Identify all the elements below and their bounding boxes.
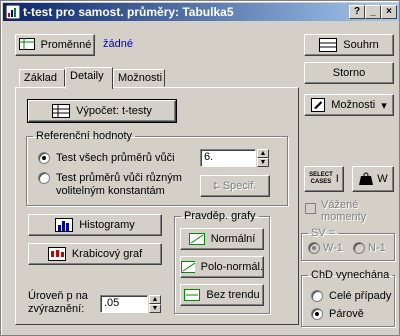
histogram-icon: [55, 218, 74, 232]
histograms-button[interactable]: Histogramy: [28, 214, 162, 236]
sv-w1-radio[interactable]: [308, 242, 320, 254]
p-spin-down-icon[interactable]: ▼: [149, 304, 161, 313]
sv-n1-radio[interactable]: [353, 242, 365, 254]
half-normal-plot-button[interactable]: Polo-normál.: [180, 256, 264, 278]
normal-plot-button[interactable]: Normální: [180, 228, 264, 250]
half-normal-plot-label: Polo-normál.: [200, 261, 263, 273]
test-all-means-radio[interactable]: [38, 152, 50, 164]
tab-zaklad[interactable]: Základ: [19, 69, 65, 87]
title-bar: t-test pro samost. průměry: Tabulka5 ? _…: [3, 3, 399, 21]
histograms-label: Histogramy: [79, 219, 135, 231]
casewise-label: Celé případy: [329, 290, 392, 302]
summary-icon: [319, 38, 338, 52]
weight-letter: W: [377, 173, 388, 185]
options-button[interactable]: Možnosti ▾: [304, 94, 394, 116]
half-normal-plot-icon: [181, 261, 195, 273]
boxplot-label: Krabicový graf: [71, 248, 143, 260]
test-custom-constants-line2: volitelným konstantám: [56, 185, 165, 197]
detrended-plot-label: Bez trendu: [206, 289, 260, 301]
variables-icon: [18, 38, 35, 50]
normal-plot-icon: [188, 233, 205, 245]
close-button[interactable]: ×: [381, 5, 397, 19]
p-level-input[interactable]: .05: [100, 295, 148, 313]
compute-ttests-button[interactable]: Výpočet: t-testy: [27, 99, 177, 123]
cancel-label: Storno: [332, 67, 366, 79]
reference-value-spinner[interactable]: ▲ ▼: [257, 149, 269, 167]
prob-graphs-legend: Pravděp. grafy: [184, 210, 256, 222]
tab-detaily[interactable]: Detaily: [65, 67, 113, 89]
select-cases-letter: I: [335, 173, 339, 185]
summary-label: Souhrn: [343, 39, 379, 51]
variables-label: Proměnné: [40, 39, 92, 51]
sv-w1-label: W-1: [323, 242, 343, 254]
options-icon: [311, 98, 326, 112]
compute-icon: [52, 104, 71, 118]
weight-button[interactable]: W: [352, 166, 394, 192]
reference-legend: Referenční hodnoty: [36, 130, 133, 142]
spin-up-icon[interactable]: ▲: [257, 149, 269, 158]
options-label: Možnosti: [331, 99, 376, 111]
variables-value: žádné: [103, 38, 133, 50]
specif-label: Specif.: [222, 180, 257, 192]
help-title-button[interactable]: ?: [349, 5, 365, 19]
compute-label: Výpočet: t-testy: [76, 105, 152, 117]
sv-n1-label: N-1: [368, 242, 386, 254]
spin-down-icon[interactable]: ▼: [257, 158, 269, 167]
weighted-moments-checkbox[interactable]: [305, 203, 316, 214]
boxplot-icon: [47, 247, 66, 261]
weighted-moments-label: Vážené momenty: [321, 199, 367, 223]
cancel-button[interactable]: Storno: [304, 62, 394, 84]
weight-icon: [359, 172, 374, 185]
tab-moznosti[interactable]: Možnosti: [113, 69, 165, 87]
sv-legend: SV =: [311, 227, 336, 239]
test-custom-constants-radio[interactable]: [38, 172, 50, 184]
detrended-plot-icon: [184, 289, 201, 301]
detrended-plot-button[interactable]: Bez trendu: [180, 284, 264, 306]
casewise-radio[interactable]: [311, 290, 323, 302]
test-custom-constants-line1: Test průměrů vůči různým: [56, 172, 182, 184]
boxplot-button[interactable]: Krabicový graf: [28, 243, 162, 265]
specif-icon: t̶: [213, 180, 217, 192]
minimize-button[interactable]: _: [365, 5, 381, 19]
specif-button[interactable]: t̶ Specif.: [200, 175, 270, 197]
missing-legend: ChD vynechána: [311, 269, 390, 281]
pairwise-radio[interactable]: [311, 308, 323, 320]
reference-value-input[interactable]: 6.: [200, 149, 256, 167]
summary-button[interactable]: Souhrn: [304, 34, 394, 56]
p-spin-up-icon[interactable]: ▲: [149, 295, 161, 304]
app-icon: [6, 5, 20, 19]
chevron-down-icon: ▾: [381, 99, 387, 112]
pairwise-label: Párově: [329, 308, 364, 320]
normal-plot-label: Normální: [210, 233, 256, 245]
tab-panel-detaily: Výpočet: t-testy Referenční hodnoty Test…: [15, 87, 299, 325]
p-level-label-line1: Úroveň p na: [28, 290, 88, 302]
dialog-window: t-test pro samost. průměry: Tabulka5 ? _…: [0, 0, 400, 336]
select-cases-icon: SELECT CASES: [309, 172, 333, 185]
test-all-means-label: Test všech průměrů vůči: [56, 152, 175, 164]
window-title: t-test pro samost. průměry: Tabulka5: [23, 5, 234, 19]
p-level-label-line2: zvýraznění:: [28, 303, 85, 315]
p-level-spinner[interactable]: ▲ ▼: [149, 295, 161, 313]
variables-button[interactable]: Proměnné: [15, 34, 95, 56]
select-cases-button[interactable]: SELECT CASES I: [304, 166, 344, 192]
